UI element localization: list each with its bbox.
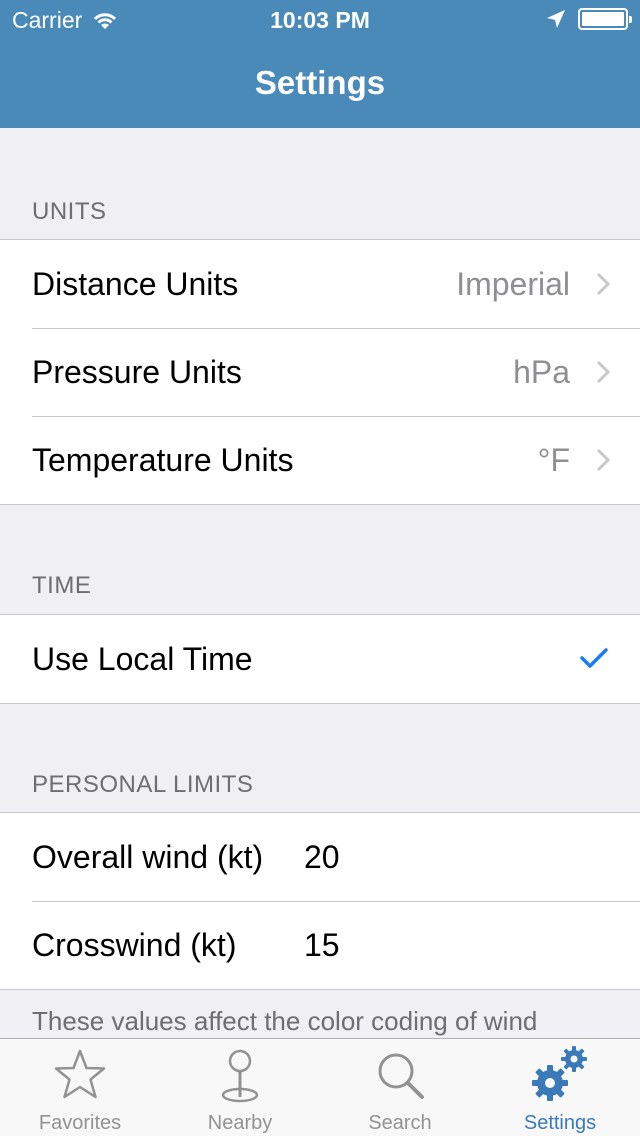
tab-favorites[interactable]: Favorites bbox=[0, 1039, 160, 1136]
use-local-time-row[interactable]: Use Local Time bbox=[0, 615, 640, 703]
temperature-units-row[interactable]: Temperature Units °F bbox=[0, 416, 640, 504]
row-label: Crosswind (kt) bbox=[32, 926, 237, 963]
tab-label: Settings bbox=[523, 1112, 597, 1134]
search-icon bbox=[378, 1053, 424, 1099]
row-label: Pressure Units bbox=[32, 353, 242, 390]
crosswind-row: Crosswind (kt) 15 bbox=[0, 901, 640, 989]
row-value: Imperial bbox=[456, 265, 570, 302]
chevron-right-icon bbox=[596, 360, 610, 384]
distance-units-row[interactable]: Distance Units Imperial bbox=[0, 240, 640, 328]
row-label: Use Local Time bbox=[32, 640, 253, 677]
row-value: °F bbox=[537, 441, 570, 478]
units-group: Distance Units Imperial Pressure Units h… bbox=[0, 239, 640, 505]
location-pin-icon bbox=[221, 1049, 259, 1103]
status-bar: Carrier 10:03 PM bbox=[0, 0, 640, 40]
section-header-time: TIME bbox=[32, 572, 92, 599]
personal-limits-group: Overall wind (kt) 20 Crosswind (kt) 15 bbox=[0, 812, 640, 990]
gears-icon bbox=[532, 1046, 587, 1101]
row-label: Overall wind (kt) bbox=[32, 838, 264, 875]
checkmark-icon bbox=[580, 648, 608, 668]
row-value: hPa bbox=[513, 353, 570, 390]
tab-bar: Favorites Nearby Search Settings bbox=[0, 1038, 640, 1136]
tab-nearby[interactable]: Nearby bbox=[160, 1039, 320, 1136]
chevron-right-icon bbox=[596, 272, 610, 296]
row-label: Distance Units bbox=[32, 265, 239, 302]
navigation-bar: Carrier 10:03 PM Settings bbox=[0, 0, 640, 128]
status-time: 10:03 PM bbox=[270, 7, 370, 33]
row-label: Temperature Units bbox=[32, 441, 294, 478]
tab-search[interactable]: Search bbox=[320, 1039, 480, 1136]
tab-settings[interactable]: Settings bbox=[480, 1039, 640, 1136]
crosswind-field[interactable]: 15 bbox=[304, 927, 340, 964]
pressure-units-row[interactable]: Pressure Units hPa bbox=[0, 328, 640, 416]
personal-limits-footer-note: These values affect the color coding of … bbox=[32, 1006, 538, 1036]
tab-label: Nearby bbox=[207, 1112, 273, 1134]
chevron-right-icon bbox=[596, 448, 610, 472]
location-arrow-icon bbox=[547, 10, 565, 28]
section-header-units: UNITS bbox=[32, 198, 107, 225]
tab-label: Favorites bbox=[38, 1112, 122, 1134]
battery-icon bbox=[578, 8, 632, 30]
section-header-personal-limits: PERSONAL LIMITS bbox=[32, 771, 254, 798]
overall-wind-row: Overall wind (kt) 20 bbox=[0, 813, 640, 901]
overall-wind-field[interactable]: 20 bbox=[304, 839, 340, 876]
tab-label: Search bbox=[368, 1112, 432, 1134]
star-icon bbox=[54, 1049, 106, 1099]
time-group: Use Local Time bbox=[0, 614, 640, 704]
page-title: Settings bbox=[254, 64, 386, 101]
